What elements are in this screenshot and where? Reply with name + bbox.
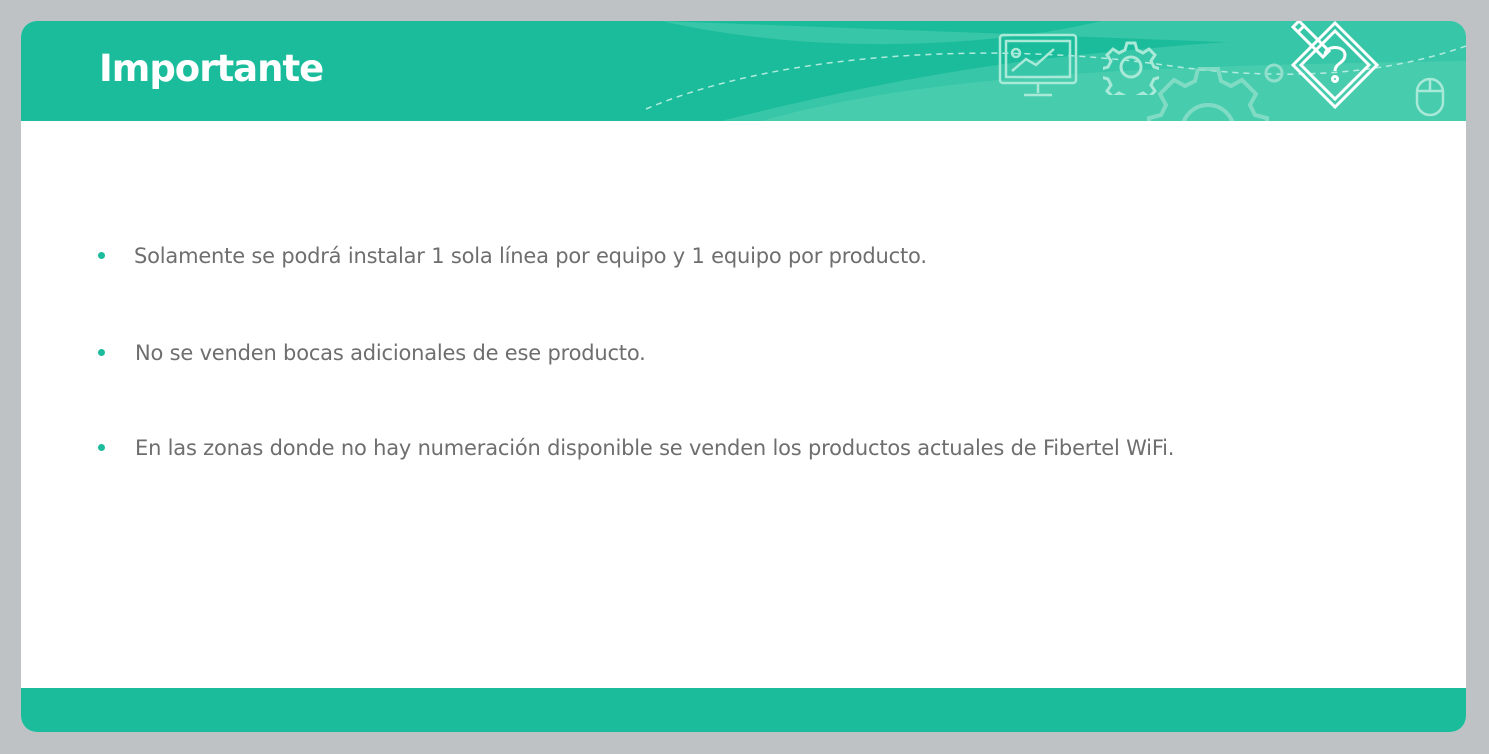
bullet-dot-icon <box>98 444 105 451</box>
bullet-text: No se venden bocas adicionales de ese pr… <box>135 341 646 365</box>
large-gear-icon <box>1147 63 1284 121</box>
bullet-text: Solamente se podrá instalar 1 sola línea… <box>134 244 927 268</box>
header-banner: Importante <box>21 21 1466 121</box>
bullet-text: En las zonas donde no hay numeración dis… <box>135 436 1175 460</box>
mouse-icon <box>1415 77 1445 117</box>
list-item: No se venden bocas adicionales de ese pr… <box>98 337 1398 371</box>
list-item: En las zonas donde no hay numeración dis… <box>98 432 1398 466</box>
footer-bar <box>21 688 1466 732</box>
list-item: Solamente se podrá instalar 1 sola línea… <box>98 240 1398 274</box>
bullet-dot-icon <box>98 252 105 259</box>
pencil-question-icon <box>1290 21 1380 110</box>
presentation-board-icon <box>998 33 1078 97</box>
page-title: Importante <box>99 47 324 90</box>
bullet-dot-icon <box>98 349 105 356</box>
slide: Importante Solamente se podrá instalar 1… <box>21 21 1466 732</box>
